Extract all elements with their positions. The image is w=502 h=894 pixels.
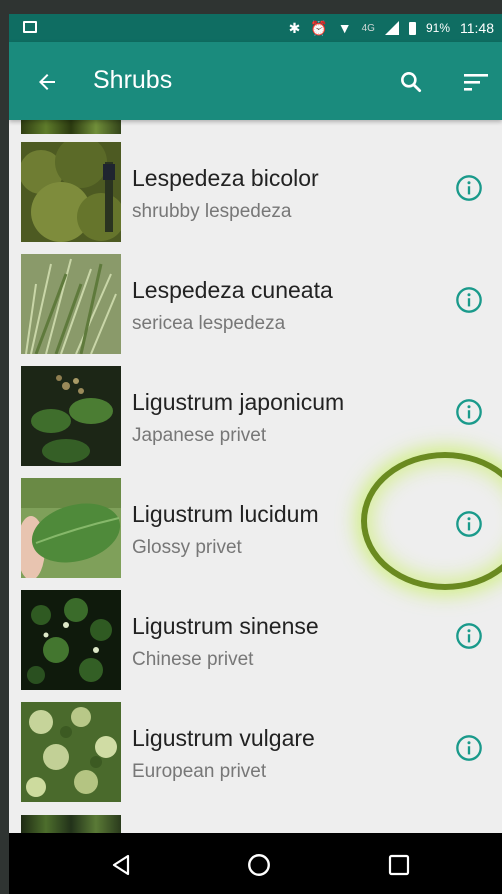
clock: 11:48 <box>460 20 494 36</box>
plant-thumbnail <box>21 142 121 242</box>
info-icon <box>456 287 482 313</box>
phone-screen: ✱ ⏰ ▼ 4G 91% 11:48 Shrubs Lespedeza bico… <box>9 14 502 894</box>
search-button[interactable] <box>391 62 431 102</box>
system-nav-bar <box>9 833 502 894</box>
scientific-name: Ligustrum lucidum <box>132 501 319 527</box>
nav-back-button[interactable] <box>99 843 143 887</box>
list-item[interactable]: Ligustrum japonicum Japanese privet <box>9 358 502 470</box>
info-button[interactable] <box>449 392 489 432</box>
info-button[interactable] <box>449 504 489 544</box>
plant-thumbnail <box>21 702 121 802</box>
plant-thumbnail <box>21 590 121 690</box>
scientific-name: Ligustrum vulgare <box>132 725 315 751</box>
status-indicators: ✱ ⏰ ▼ 4G 91% 11:48 <box>289 14 494 42</box>
status-bar: ✱ ⏰ ▼ 4G 91% 11:48 <box>9 14 502 42</box>
nav-home-button[interactable] <box>237 843 281 887</box>
common-name: European privet <box>132 761 267 782</box>
page-title: Shrubs <box>93 66 173 94</box>
search-icon <box>401 72 422 93</box>
sort-icon <box>464 74 488 91</box>
scientific-name: Lespedeza bicolor <box>132 165 319 191</box>
sort-button[interactable] <box>457 62 497 102</box>
info-button[interactable] <box>449 280 489 320</box>
battery-icon <box>408 21 416 35</box>
info-button[interactable] <box>449 728 489 768</box>
partial-thumbnail <box>21 815 121 833</box>
wifi-icon: ▼ <box>337 20 352 36</box>
common-name: Japanese privet <box>132 425 267 446</box>
triangle-back-icon <box>112 854 130 876</box>
plant-thumbnail <box>21 366 121 466</box>
cell-signal-icon <box>384 21 399 35</box>
list-item[interactable]: Ligustrum lucidum Glossy privet <box>9 470 502 582</box>
nav-recents-button[interactable] <box>377 843 421 887</box>
plant-list[interactable]: Lespedeza bicolor shrubby lespedeza Lesp… <box>9 120 502 833</box>
common-name: Glossy privet <box>132 537 242 558</box>
scientific-name: Lespedeza cuneata <box>132 277 333 303</box>
network-type: 4G <box>361 22 375 34</box>
info-icon <box>456 735 482 761</box>
info-button[interactable] <box>449 168 489 208</box>
scientific-name: Ligustrum japonicum <box>132 389 345 415</box>
partial-thumbnail <box>21 120 121 134</box>
back-button[interactable] <box>27 62 67 102</box>
info-icon <box>456 623 482 649</box>
plant-thumbnail <box>21 478 121 578</box>
plant-thumbnail <box>21 254 121 354</box>
arrow-left-icon <box>39 74 55 90</box>
screenshot-notification-icon <box>23 21 37 33</box>
list-item[interactable]: Ligustrum sinense Chinese privet <box>9 582 502 694</box>
info-icon <box>456 511 482 537</box>
battery-percent: 91% <box>425 21 450 35</box>
common-name: sericea lespedeza <box>132 313 286 334</box>
common-name: Chinese privet <box>132 649 254 670</box>
list-item[interactable]: Lespedeza cuneata sericea lespedeza <box>9 246 502 358</box>
bluetooth-icon: ✱ <box>288 19 301 36</box>
info-icon <box>456 175 482 201</box>
info-icon <box>456 399 482 425</box>
circle-home-icon <box>248 854 270 876</box>
alarm-icon: ⏰ <box>310 19 328 36</box>
square-recents-icon <box>388 854 410 876</box>
common-name: shrubby lespedeza <box>132 201 292 222</box>
info-button[interactable] <box>449 616 489 656</box>
list-item[interactable]: Lespedeza bicolor shrubby lespedeza <box>9 134 502 246</box>
list-item[interactable]: Ligustrum vulgare European privet <box>9 694 502 806</box>
scientific-name: Ligustrum sinense <box>132 613 319 639</box>
app-bar: Shrubs <box>9 42 502 120</box>
